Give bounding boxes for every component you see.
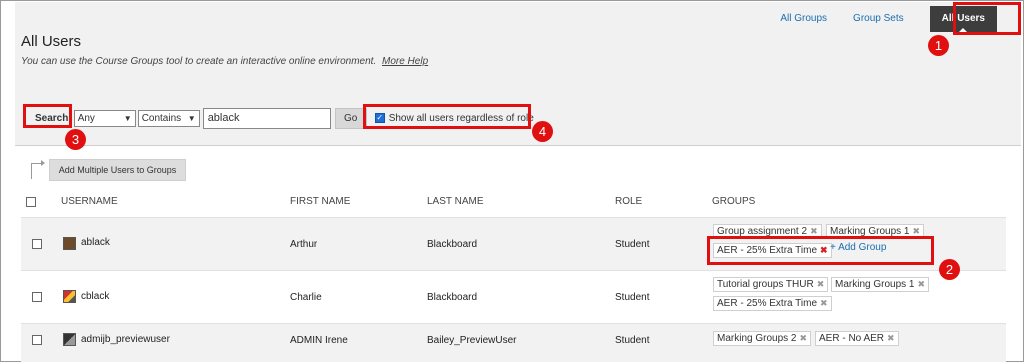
nav-all-groups[interactable]: All Groups [780,13,827,24]
row-last-name: Blackboard [427,292,478,303]
page-description: You can use the Course Groups tool to cr… [21,56,428,67]
group-tag[interactable]: AER - No AER ✖ [815,331,899,346]
remove-icon[interactable]: ✖ [912,226,920,236]
go-button[interactable]: Go [334,107,367,129]
col-role[interactable]: ROLE [615,196,642,207]
callout-number-1: 1 [928,35,949,56]
row-role: Student [615,239,650,250]
chevron-down-icon: ▼ [187,113,196,123]
group-tag-label: Marking Groups 2 [717,333,797,344]
group-tag[interactable]: Marking Groups 1 ✖ [831,277,930,292]
col-last-name[interactable]: LAST NAME [427,196,484,207]
more-help-link[interactable]: More Help [382,56,428,67]
row-checkbox[interactable] [32,239,42,249]
nav-group-sets[interactable]: Group Sets [853,13,904,24]
description-text: You can use the Course Groups tool to cr… [21,56,377,67]
group-tag-label: AER - 25% Extra Time [717,298,818,309]
avatar [63,237,76,250]
select-all-checkbox[interactable] [26,197,36,207]
search-input[interactable]: ablack [202,107,331,129]
group-tag[interactable]: Tutorial groups THUR ✖ [713,277,829,292]
page-title: All Users [21,33,82,50]
row-last-name: Bailey_PreviewUser [427,335,517,346]
bulk-action-arrow-icon [31,160,45,179]
highlight-all-users-tab [953,2,1021,35]
col-first-name[interactable]: FIRST NAME [290,196,350,207]
highlight-add-group [707,236,934,265]
search-field-select[interactable]: Any ▼ [73,109,136,127]
row-first-name: Charlie [290,292,322,303]
row-username[interactable]: cblack [81,291,109,302]
remove-icon[interactable]: ✖ [820,298,828,308]
col-username[interactable]: USERNAME [61,196,118,207]
row-role: Student [615,292,650,303]
callout-number-3: 3 [65,129,86,150]
highlight-search-label [23,104,72,128]
group-tag[interactable]: AER - 25% Extra Time ✖ [713,296,832,311]
remove-icon[interactable]: ✖ [817,279,825,289]
remove-icon[interactable]: ✖ [887,333,895,343]
avatar [63,333,76,346]
remove-icon[interactable]: ✖ [810,226,818,236]
row-username[interactable]: ablack [81,237,110,248]
row-last-name: Blackboard [427,239,478,250]
search-operator-select[interactable]: Contains ▼ [137,109,200,127]
callout-number-2: 2 [939,259,960,280]
row-checkbox[interactable] [32,292,42,302]
highlight-show-all-option [363,104,531,129]
group-tag-label: AER - No AER [819,333,885,344]
search-operator-value: Contains [141,112,182,124]
group-tag-label: Tutorial groups THUR [717,279,814,290]
col-groups: GROUPS [712,196,756,207]
callout-number-4: 4 [532,121,553,142]
row-role: Student [615,335,650,346]
add-multiple-users-button[interactable]: Add Multiple Users to Groups [49,159,186,181]
avatar [63,290,76,303]
group-tag-label: Marking Groups 1 [835,279,915,290]
remove-icon[interactable]: ✖ [799,333,807,343]
screenshot-frame: All Groups Group Sets All Users All User… [0,0,1024,362]
chevron-down-icon: ▼ [123,113,132,123]
group-tag[interactable]: Marking Groups 2 ✖ [713,331,812,346]
row-first-name: ADMIN Irene [290,335,348,346]
row-first-name: Arthur [290,239,318,250]
search-field-value: Any [77,112,95,124]
remove-icon[interactable]: ✖ [917,279,925,289]
row-username[interactable]: admijb_previewuser [81,334,170,345]
row-checkbox[interactable] [32,335,42,345]
